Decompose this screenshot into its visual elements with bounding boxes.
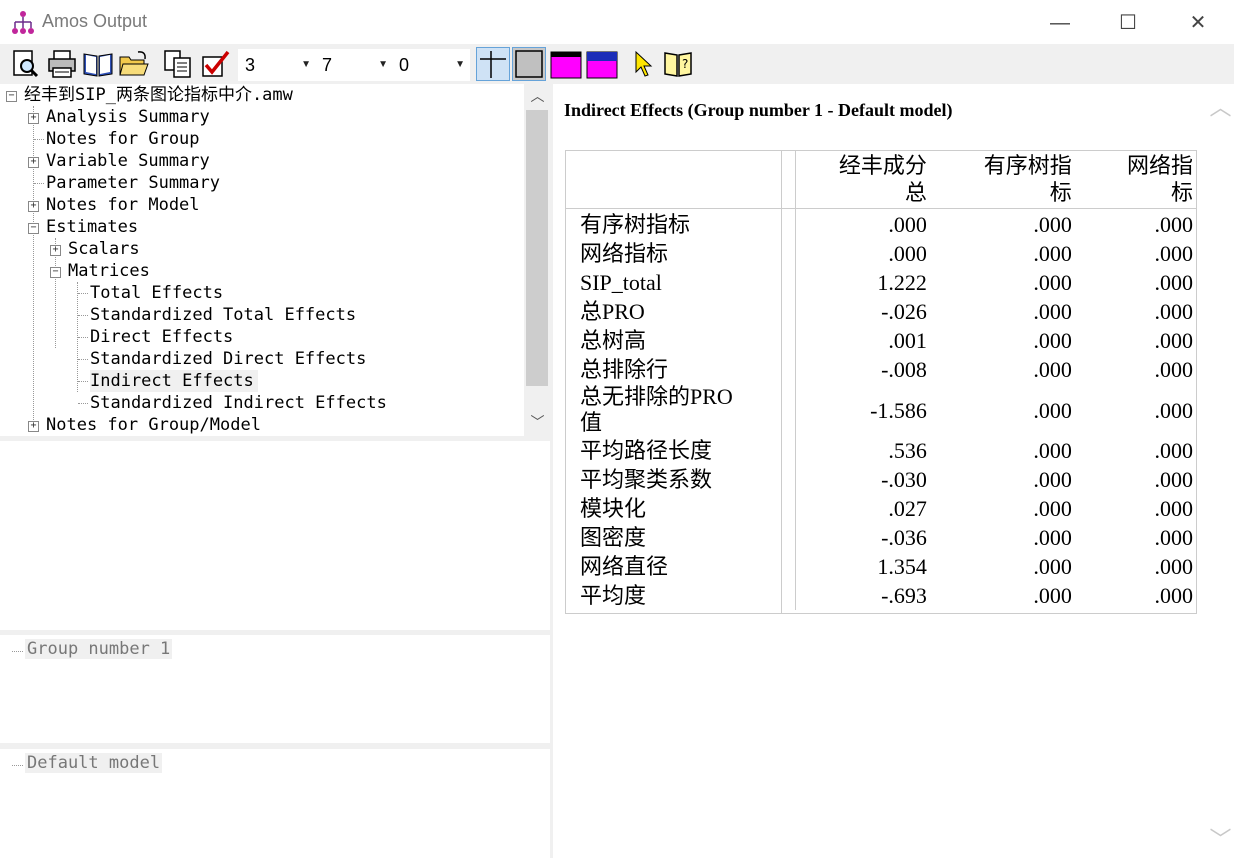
default-model[interactable]: Default model [25, 753, 163, 773]
blue-header-icon[interactable] [586, 48, 618, 80]
groups-pane: Group number 1 [0, 635, 550, 743]
grid-lines-icon [480, 51, 506, 78]
row-label-divider [781, 150, 782, 614]
scroll-down-icon[interactable]: ﹀ [1207, 822, 1234, 854]
no-grid-icon [515, 50, 543, 78]
checkbox-icon[interactable] [199, 48, 231, 80]
help-pointer-icon[interactable] [628, 48, 660, 80]
tree-item-label: Matrices [68, 261, 150, 281]
tree-item-label: Standardized Total Effects [90, 305, 357, 325]
blank-pane [0, 441, 550, 630]
chevron-down-icon[interactable]: ▼ [301, 50, 311, 80]
svg-text:?: ? [682, 57, 688, 71]
header-divider [565, 208, 1197, 209]
models-pane: Default model [0, 749, 550, 858]
group-number-1[interactable]: Group number 1 [25, 639, 173, 659]
print-icon[interactable] [46, 48, 78, 80]
scroll-thumb[interactable] [526, 110, 548, 386]
tree-item-label: Scalars [68, 239, 140, 259]
close-button[interactable]: ✕ [1175, 8, 1221, 38]
tree-root-label: 经丰到SIP_两条图论指标中介.amw [24, 85, 293, 105]
tree-item-label: Estimates [46, 217, 139, 237]
tree-item-label: Standardized Indirect Effects [90, 393, 387, 413]
chevron-down-icon[interactable]: ▼ [378, 50, 388, 80]
tree-item-label: Parameter Summary [46, 173, 220, 193]
collapse-icon[interactable]: − [6, 91, 17, 102]
no-grid-toggle[interactable] [512, 47, 546, 81]
help-book-icon[interactable]: ? [662, 48, 694, 80]
tree-item-label: Standardized Direct Effects [90, 349, 367, 369]
minimum-value: 0 [399, 55, 410, 75]
scroll-up-icon[interactable]: ︿ [1207, 90, 1234, 122]
table-border [565, 150, 1197, 614]
minimize-button[interactable]: — [1037, 8, 1083, 38]
output-tree: − 经丰到SIP_两条图论指标中介.amw + Analysis Summary… [0, 84, 524, 436]
collapse-icon[interactable]: − [28, 223, 39, 234]
magenta-header-icon[interactable] [550, 48, 582, 80]
tree-item-label: Notes for Group/Model [46, 415, 261, 435]
expand-icon[interactable]: + [28, 113, 39, 124]
tree-item-label: Notes for Group [46, 129, 200, 149]
tree-item-label: Notes for Model [46, 195, 200, 215]
tree-item-label: Direct Effects [90, 327, 234, 347]
book-icon[interactable] [82, 48, 114, 80]
output-heading: Indirect Effects (Group number 1 - Defau… [564, 100, 953, 120]
tree-item-label: Indirect Effects [90, 371, 254, 391]
window-title: Amos Output [42, 11, 148, 31]
print-preview-icon[interactable] [10, 48, 42, 80]
expand-icon[interactable]: + [28, 157, 39, 168]
decimals-combo[interactable]: 3 ▼ [238, 49, 316, 81]
tree-scrollbar[interactable]: ︿ ﹀ [524, 84, 551, 436]
decimals-value: 3 [245, 55, 256, 75]
scroll-up-icon[interactable]: ︿ [524, 86, 551, 108]
title-bar: Amos Output — ☐ ✕ [0, 0, 1234, 44]
grid-lines-toggle[interactable] [476, 47, 510, 81]
tree-item-indirect-effects[interactable]: Indirect Effects [90, 370, 258, 392]
maximize-button[interactable]: ☐ [1105, 8, 1151, 38]
chevron-down-icon[interactable]: ▼ [455, 50, 465, 80]
toolbar: 3 ▼ 7 ▼ 0 ▼ ? [0, 44, 1234, 84]
expand-icon[interactable]: + [28, 421, 39, 432]
copy-icon[interactable] [162, 48, 194, 80]
output-viewer: Indirect Effects (Group number 1 - Defau… [553, 84, 1207, 858]
amos-app-icon[interactable] [10, 10, 36, 36]
open-folder-icon[interactable] [118, 48, 150, 80]
width-value: 7 [322, 55, 333, 75]
tree-item-label: Total Effects [90, 283, 224, 303]
tree-item-label: Analysis Summary [46, 107, 210, 127]
output-scrollbar[interactable]: ︿ ﹀ [1207, 84, 1234, 858]
collapse-icon[interactable]: − [50, 267, 61, 278]
width-combo[interactable]: 7 ▼ [315, 49, 393, 81]
expand-icon[interactable]: + [28, 201, 39, 212]
expand-icon[interactable]: + [50, 245, 61, 256]
scroll-down-icon[interactable]: ﹀ [524, 412, 551, 434]
tree-item-label: Variable Summary [46, 151, 210, 171]
minimum-combo[interactable]: 0 ▼ [392, 49, 470, 81]
